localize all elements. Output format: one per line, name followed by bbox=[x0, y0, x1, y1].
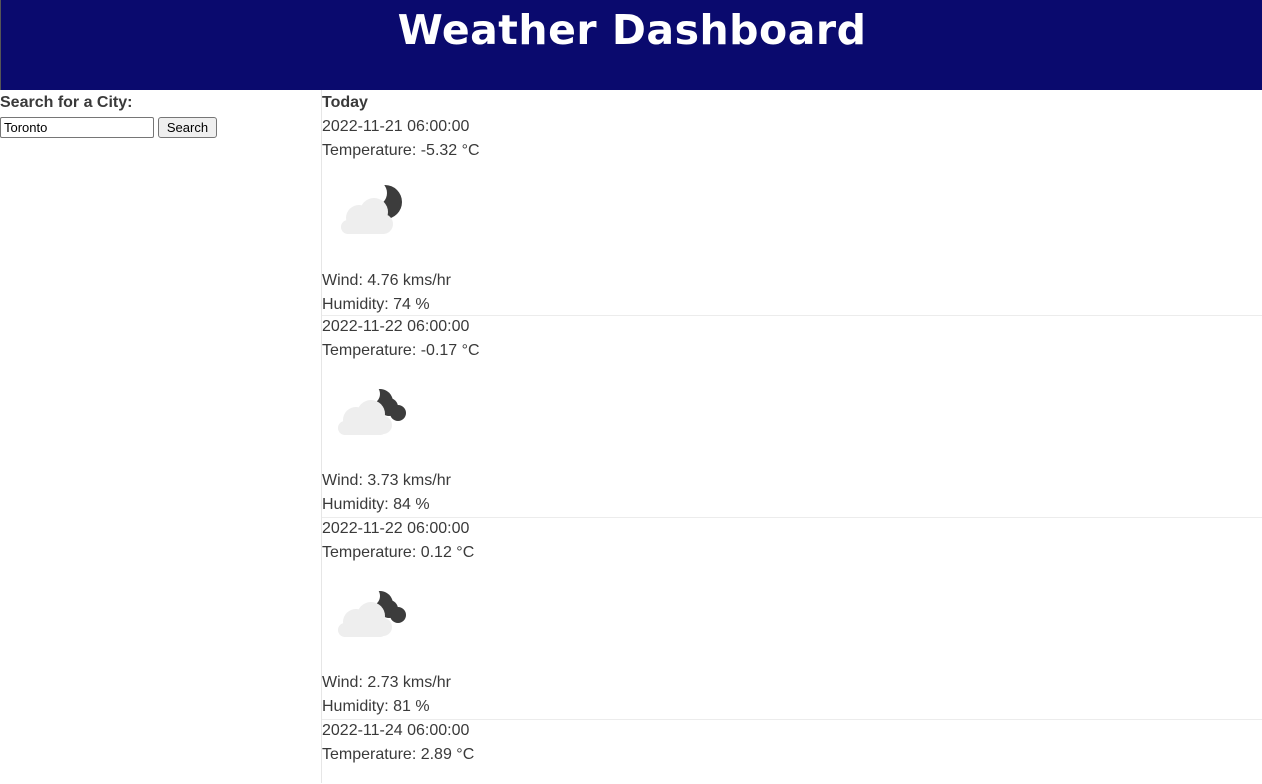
forecast-date: 2022-11-22 06:00:00 bbox=[322, 318, 470, 335]
forecast-panel: Today 2022-11-21 06:00:00 Temperature: -… bbox=[321, 90, 1262, 783]
forecast-card: 2022-11-24 06:00:00 Temperature: 2.89 °C bbox=[322, 719, 1262, 784]
city-search-input[interactable] bbox=[0, 117, 154, 138]
forecast-temperature: Temperature: -5.32 °C bbox=[322, 142, 480, 159]
forecast-wind: Wind: 4.76 kms/hr bbox=[322, 272, 451, 289]
search-label: Search for a City: bbox=[0, 94, 133, 111]
forecast-wind: Wind: 3.73 kms/hr bbox=[322, 472, 451, 489]
forecast-card: 2022-11-21 06:00:00 Temperature: -5.32 °… bbox=[322, 114, 1262, 316]
cloudy-night-icon bbox=[338, 384, 406, 435]
partly-cloudy-night-icon bbox=[341, 182, 402, 234]
forecast-temperature: Temperature: -0.17 °C bbox=[322, 342, 480, 359]
search-button[interactable]: Search bbox=[158, 117, 217, 138]
forecast-card: 2022-11-22 06:00:00 Temperature: 0.12 °C… bbox=[322, 517, 1262, 720]
forecast-date: 2022-11-22 06:00:00 bbox=[322, 520, 470, 537]
forecast-date: 2022-11-24 06:00:00 bbox=[322, 722, 470, 739]
today-heading: Today bbox=[322, 94, 368, 111]
forecast-humidity: Humidity: 81 % bbox=[322, 698, 430, 715]
forecast-date: 2022-11-21 06:00:00 bbox=[322, 118, 470, 135]
forecast-humidity: Humidity: 84 % bbox=[322, 496, 430, 513]
cloudy-night-icon bbox=[338, 586, 406, 637]
sidebar: Search for a City: Search bbox=[0, 90, 321, 783]
forecast-temperature: Temperature: 0.12 °C bbox=[322, 544, 475, 561]
forecast-temperature: Temperature: 2.89 °C bbox=[322, 746, 475, 763]
page-title: Weather Dashboard bbox=[397, 6, 867, 54]
forecast-wind: Wind: 2.73 kms/hr bbox=[322, 674, 451, 691]
forecast-card: 2022-11-22 06:00:00 Temperature: -0.17 °… bbox=[322, 315, 1262, 518]
forecast-humidity: Humidity: 74 % bbox=[322, 296, 430, 313]
header-banner: Weather Dashboard bbox=[0, 0, 1262, 90]
